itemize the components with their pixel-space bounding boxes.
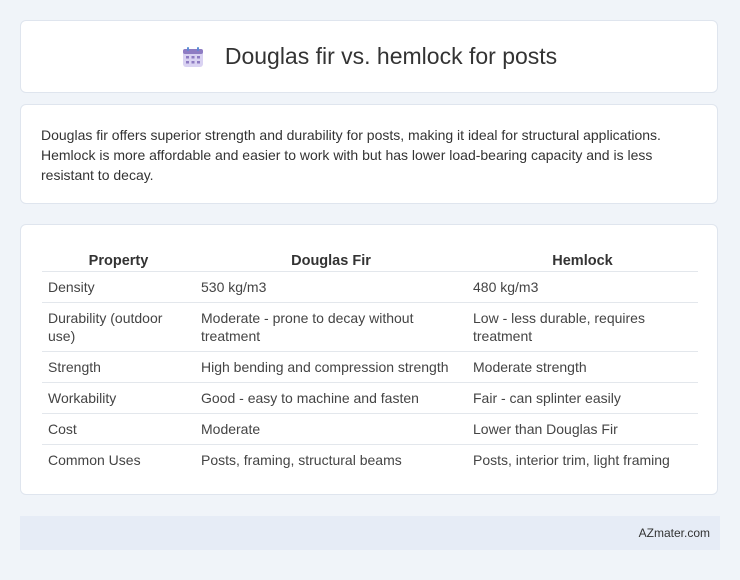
table-cell: Durability (outdoor use) — [42, 302, 195, 352]
footer: AZmater.com — [20, 516, 720, 550]
table-cell: 480 kg/m3 — [467, 271, 698, 303]
footer-brand: AZmater.com — [638, 526, 710, 540]
table-cell: Lower than Douglas Fir — [467, 413, 698, 445]
table-cell: Good - easy to machine and fasten — [195, 382, 467, 414]
table-cell: Strength — [42, 351, 195, 383]
table-cell: Low - less durable, requires treatment — [467, 302, 698, 352]
table-cell: Cost — [42, 413, 195, 445]
intro-text: Douglas fir offers superior strength and… — [41, 127, 661, 183]
column-header-property: Property — [42, 247, 195, 272]
table-cell: Posts, framing, structural beams — [201, 452, 402, 468]
table-row: Workability Good - easy to machine and f… — [42, 382, 698, 414]
table-cell: Common Uses — [48, 452, 141, 468]
calendar-icon — [181, 45, 205, 69]
table-cell: 530 kg/m3 — [195, 271, 467, 303]
table-cell: Moderate — [195, 413, 467, 445]
table-cell: Workability — [42, 382, 195, 414]
page-title: Douglas fir vs. hemlock for posts — [224, 43, 558, 69]
column-header-hemlock: Hemlock — [467, 247, 698, 272]
table-cell: Posts, interior trim, light framing — [473, 452, 670, 468]
comparison-table: Property Douglas Fir Hemlock Density 530… — [42, 247, 698, 475]
intro-card: Douglas fir offers superior strength and… — [20, 104, 718, 204]
comparison-card: Property Douglas Fir Hemlock Density 530… — [20, 224, 718, 495]
column-header-douglas-fir: Douglas Fir — [195, 247, 467, 272]
table-cell: Fair - can splinter easily — [467, 382, 698, 414]
table-row: Durability (outdoor use) Moderate - pron… — [42, 302, 698, 352]
title-card: Douglas fir vs. hemlock for posts — [20, 20, 718, 93]
table-row: Density 530 kg/m3 480 kg/m3 — [42, 271, 698, 303]
table-cell: Density — [42, 271, 195, 303]
table-cell: High bending and compression strength — [195, 351, 467, 383]
table-row: Strength High bending and compression st… — [42, 351, 698, 383]
table-row: Cost Moderate Lower than Douglas Fir — [42, 413, 698, 445]
table-row: Common Uses Posts, framing, structural b… — [42, 445, 698, 476]
table-header-row: Property Douglas Fir Hemlock — [42, 247, 698, 272]
table-cell: Moderate strength — [467, 351, 698, 383]
table-cell: Moderate - prone to decay without treatm… — [195, 302, 467, 352]
